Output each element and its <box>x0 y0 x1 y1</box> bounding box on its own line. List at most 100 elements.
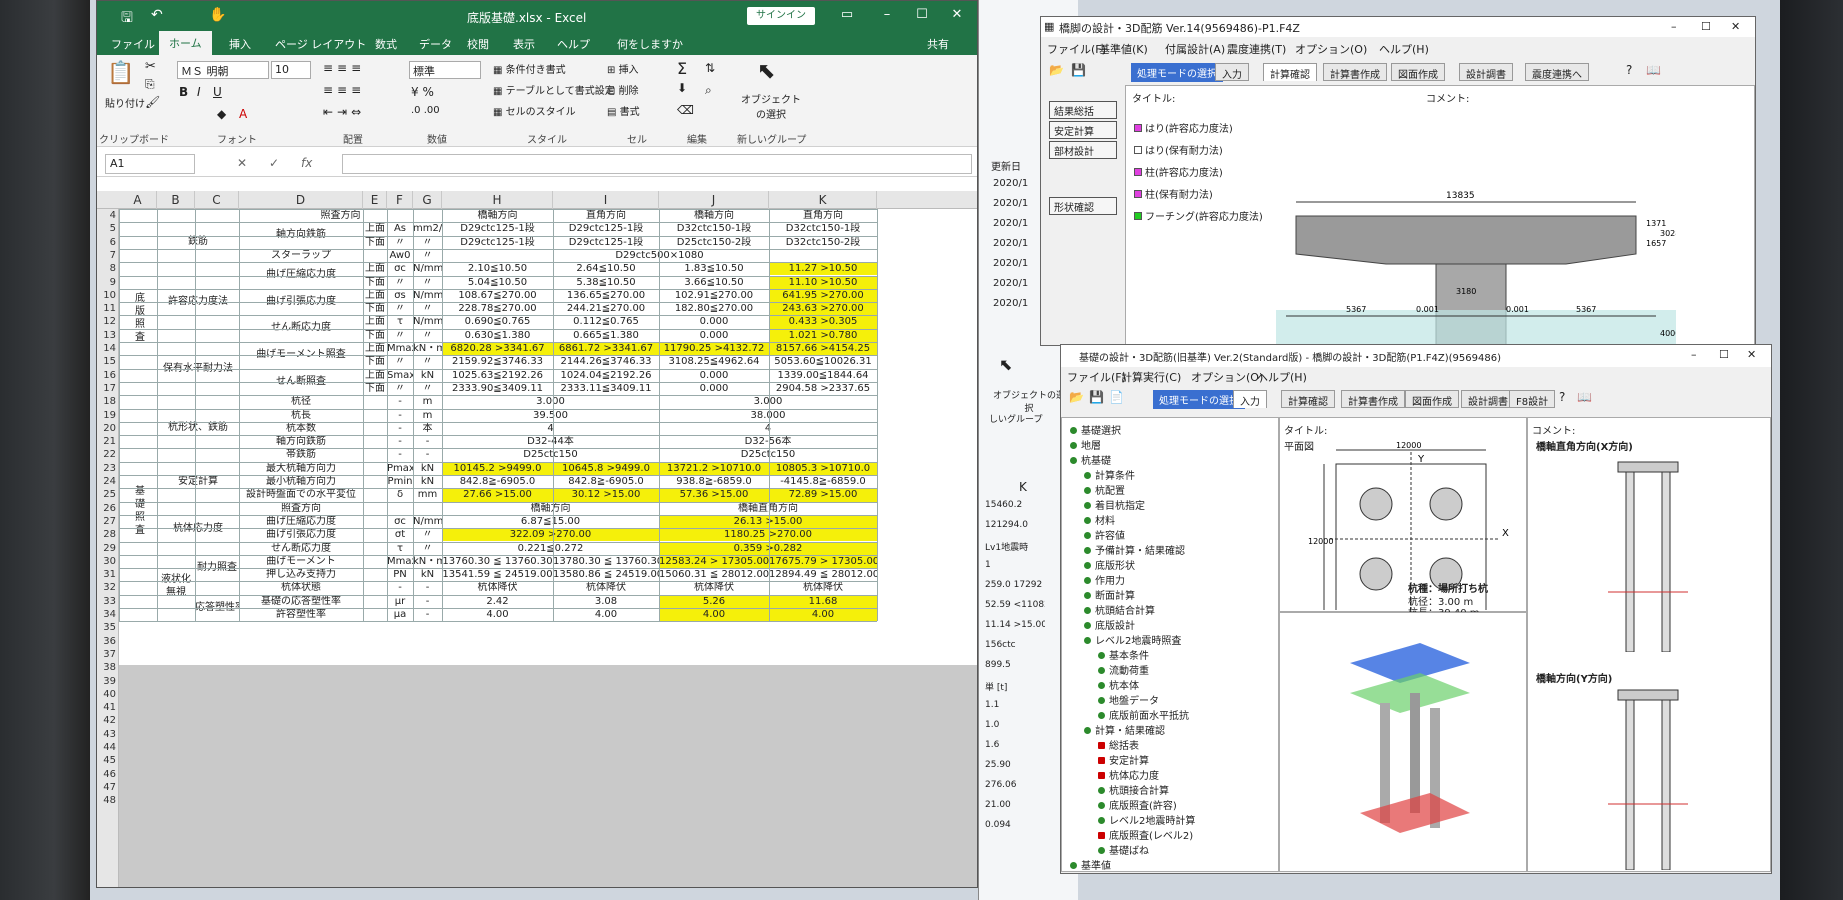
tree-item[interactable]: 計算条件 <box>1084 467 1135 482</box>
tree-item[interactable]: 底版設計 <box>1084 617 1135 632</box>
pier-side-button[interactable]: 安定計算 <box>1049 121 1117 139</box>
pier-menu-item[interactable]: 基準値(K) <box>1099 41 1148 57</box>
find-icon[interactable]: ⌕ <box>705 83 712 98</box>
found-minimize-icon[interactable]: – <box>1691 348 1697 361</box>
column-header-c[interactable]: C <box>195 191 239 209</box>
tree-item[interactable]: 杭配置 <box>1084 482 1125 497</box>
row-header[interactable]: 27 <box>97 515 119 528</box>
row-header[interactable]: 46 <box>97 768 119 781</box>
row-header[interactable]: 18 <box>97 395 119 408</box>
found-mode-3[interactable]: 図面作成 <box>1405 390 1459 408</box>
row-header[interactable]: 13 <box>97 329 119 342</box>
tree-item[interactable]: 底版形状 <box>1084 557 1135 572</box>
tree-item[interactable]: レベル2地震時計算 <box>1098 812 1195 827</box>
row-header[interactable]: 8 <box>97 262 119 275</box>
tree-item[interactable]: 総括表 <box>1098 737 1139 752</box>
format-painter-icon[interactable]: 🖌 <box>145 95 160 109</box>
row-header[interactable]: 17 <box>97 382 119 395</box>
autosum-icon[interactable]: Σ <box>677 59 687 78</box>
share-button[interactable]: 共有 <box>927 36 949 52</box>
tree-item[interactable]: 断面計算 <box>1084 587 1135 602</box>
row-header[interactable]: 33 <box>97 595 119 608</box>
tree-item[interactable]: 杭本体 <box>1098 677 1139 692</box>
tree-item[interactable]: 作用力 <box>1084 572 1125 587</box>
maximize-icon[interactable]: ☐ <box>912 7 932 22</box>
tab-help[interactable]: ヘルプ <box>557 36 590 52</box>
pier-book-icon[interactable]: 📖 <box>1646 63 1661 77</box>
row-header[interactable]: 22 <box>97 448 119 461</box>
row-header[interactable]: 24 <box>97 475 119 488</box>
tree-item[interactable]: 材料 <box>1084 512 1115 527</box>
tree-item[interactable]: 許容値 <box>1084 527 1125 542</box>
pier-check-item[interactable]: はり(許容応力度法) <box>1134 120 1233 135</box>
row-header[interactable]: 21 <box>97 435 119 448</box>
align-horizontal-icons[interactable]: ≡≡≡ <box>323 83 365 97</box>
number-format-combo[interactable]: 標準 <box>409 61 481 79</box>
tree-item[interactable]: 計算・結果確認 <box>1084 722 1165 737</box>
pier-menu-item[interactable]: ファイル(F) <box>1047 41 1106 57</box>
row-header[interactable]: 45 <box>97 754 119 767</box>
tree-item[interactable]: 基準値 <box>1070 857 1111 872</box>
tree-item[interactable]: 杭体応力度 <box>1098 767 1159 782</box>
pier-mode-2[interactable]: 計算書作成 <box>1323 63 1387 81</box>
format-as-table-button[interactable]: ▦ テーブルとして書式設定 <box>493 82 615 97</box>
tree-item[interactable]: 杭基礎 <box>1070 452 1111 467</box>
select-object-icon[interactable]: ⬉ <box>999 355 1025 385</box>
select-objects-icon[interactable]: ⬉ <box>757 59 775 84</box>
worksheet-grid[interactable]: 照査方向橋軸方向直角方向橋軸方向直角方向底版照査鉄筋軸方向鉄筋上面下面As〃mm… <box>119 209 977 887</box>
found-book-icon[interactable]: 📖 <box>1577 390 1592 404</box>
found-mode-5[interactable]: F8設計 <box>1509 390 1556 408</box>
paste-icon[interactable]: 📋 <box>107 61 134 86</box>
row-header[interactable]: 10 <box>97 289 119 302</box>
found-save-icon[interactable]: 💾 <box>1089 390 1104 404</box>
pier-mode-0[interactable]: 入力 <box>1215 63 1249 81</box>
tab-formulas[interactable]: 数式 <box>375 36 397 52</box>
font-color-icon[interactable]: A <box>239 107 247 121</box>
row-header[interactable]: 12 <box>97 315 119 328</box>
row-header[interactable]: 16 <box>97 369 119 382</box>
found-menu-item[interactable]: ヘルプ(H) <box>1257 369 1307 385</box>
column-header-j[interactable]: J <box>659 191 769 209</box>
row-header[interactable]: 32 <box>97 581 119 594</box>
column-header-g[interactable]: G <box>413 191 442 209</box>
tree-item[interactable]: 基本条件 <box>1098 647 1149 662</box>
row-header[interactable]: 6 <box>97 236 119 249</box>
pier-mode-5[interactable]: 震度連携へ <box>1525 63 1589 81</box>
row-header[interactable]: 35 <box>97 621 119 634</box>
pier-menu-item[interactable]: 震度連携(T) <box>1227 41 1286 57</box>
row-header[interactable]: 26 <box>97 502 119 515</box>
row-header[interactable]: 34 <box>97 608 119 621</box>
row-header[interactable]: 11 <box>97 302 119 315</box>
name-box[interactable]: A1 <box>105 154 195 174</box>
paste-button[interactable]: 貼り付け <box>105 95 145 110</box>
tree-item[interactable]: 予備計算・結果確認 <box>1084 542 1185 557</box>
tab-review[interactable]: 校閲 <box>467 36 489 52</box>
pier-check-item[interactable]: 柱(保有耐力法) <box>1134 186 1213 201</box>
underline-icon[interactable]: U <box>213 85 222 99</box>
minimize-icon[interactable]: – <box>877 7 897 22</box>
font-size-combo[interactable]: 10 <box>271 61 311 79</box>
row-header[interactable]: 43 <box>97 728 119 741</box>
row-header[interactable]: 23 <box>97 462 119 475</box>
cancel-formula-icon[interactable]: ✕ <box>237 156 247 170</box>
row-header[interactable]: 36 <box>97 635 119 648</box>
tree-item[interactable]: 底版前面水平抵抗 <box>1098 707 1189 722</box>
pier-open-icon[interactable]: 📂 <box>1049 63 1064 77</box>
tree-item[interactable]: 地層 <box>1070 437 1101 452</box>
column-header-f[interactable]: F <box>387 191 413 209</box>
tree-item[interactable]: 安定計算 <box>1098 752 1149 767</box>
currency-icon[interactable]: ¥ % <box>411 85 434 99</box>
pier-save-icon[interactable]: 💾 <box>1071 63 1086 77</box>
found-menu-item[interactable]: オプション(O) <box>1191 369 1263 385</box>
delete-cells-button[interactable]: ⊟ 削除 <box>607 82 639 97</box>
pier-side-button[interactable]: 形状確認 <box>1049 197 1117 215</box>
tree-item[interactable]: 着目杭指定 <box>1084 497 1145 512</box>
row-header[interactable]: 5 <box>97 222 119 235</box>
column-header-d[interactable]: D <box>239 191 363 209</box>
tab-file[interactable]: ファイル <box>111 36 155 52</box>
row-header[interactable]: 30 <box>97 555 119 568</box>
conditional-format-button[interactable]: ▦ 条件付き書式 <box>493 61 566 76</box>
row-header[interactable]: 48 <box>97 794 119 807</box>
tab-home[interactable]: ホーム <box>159 31 212 55</box>
decimal-icons[interactable]: .0 .00 <box>411 105 440 116</box>
